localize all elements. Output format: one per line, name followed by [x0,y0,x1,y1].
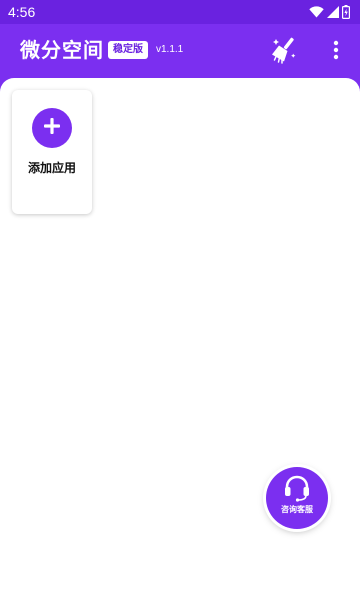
app-bar: 微分空间 稳定版 v1.1.1 [0,24,360,80]
status-bar: 4:56 [0,0,360,24]
customer-service-label: 咨询客服 [281,505,313,514]
headset-icon [282,473,312,503]
status-icons [309,4,350,20]
customer-service-button[interactable]: 咨询客服 [266,467,328,529]
app-screen: 4:56 微分空间 稳定版 v1.1.1 添加应用 咨询客服 [0,0,360,600]
more-options-button[interactable] [322,36,350,68]
more-vertical-icon [333,40,339,64]
clean-button[interactable] [268,36,302,68]
add-app-card[interactable]: 添加应用 [12,90,92,214]
status-time: 4:56 [8,4,36,20]
add-app-button[interactable] [32,108,72,148]
app-title: 微分空间 [20,38,104,62]
version-label: v1.1.1 [156,44,184,55]
broom-clean-icon [270,36,300,68]
plus-icon [43,117,61,139]
edition-badge: 稳定版 [108,41,148,59]
add-app-label: 添加应用 [27,161,76,175]
battery-icon [342,5,350,19]
wifi-icon [309,6,324,18]
cell-signal-icon [327,6,339,18]
